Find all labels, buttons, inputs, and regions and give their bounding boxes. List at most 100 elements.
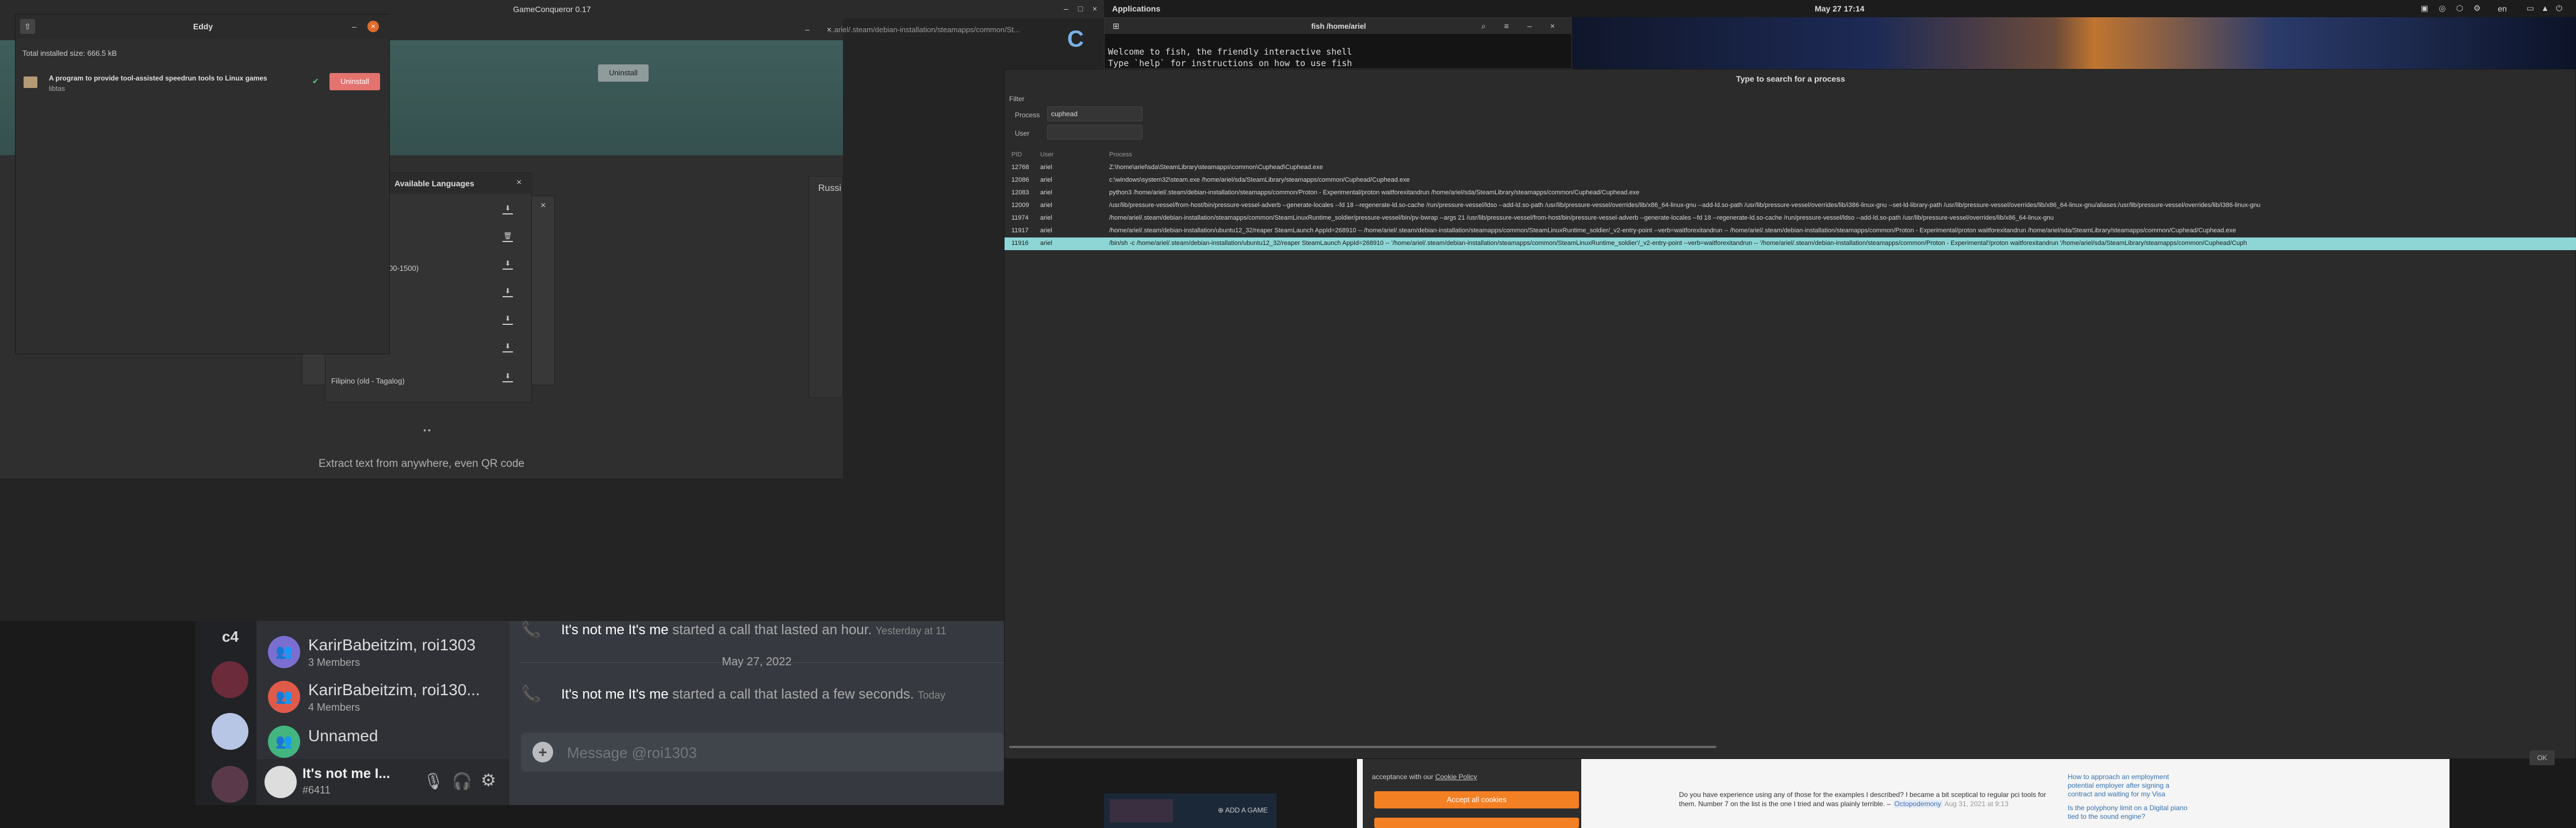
group-dm-icon: 👥 bbox=[268, 636, 300, 668]
table-row[interactable]: 12768 ariel Z:\home\ariel\sda\SteamLibra… bbox=[1005, 162, 2576, 174]
comment-user[interactable]: Octopodemony bbox=[1892, 800, 1943, 808]
message-author[interactable]: It's not me It's me bbox=[561, 687, 669, 702]
terminal-titlebar[interactable]: ⊞ fish /home/ariel ⌕ ≡ – × bbox=[1105, 18, 1573, 34]
menu-icon[interactable]: ≡ bbox=[1501, 21, 1512, 31]
table-row[interactable]: 12009 ariel /usr/lib/pressure-vessel/fro… bbox=[1005, 200, 2576, 212]
terminal-window: ⊞ fish /home/ariel ⌕ ≡ – × Welcome to fi… bbox=[1104, 17, 1573, 69]
dm-item[interactable]: 👥 KarirBabeitzim, roi1303 3 Members bbox=[261, 631, 503, 668]
discord-window: c4 👥 KarirBabeitzim, roi1303 3 Members 👥… bbox=[195, 621, 1004, 805]
table-row-selected[interactable]: 11916 ariel /bin/sh -c /home/ariel/.stea… bbox=[1005, 237, 2576, 250]
customize-settings-button[interactable] bbox=[1374, 818, 1579, 828]
uninstall-button[interactable]: Uninstall bbox=[329, 73, 380, 90]
table-row[interactable]: 12086 ariel c:\windows\system32\steam.ex… bbox=[1005, 174, 2576, 187]
col-pid-header[interactable]: PID bbox=[1011, 151, 1022, 158]
col-process-header[interactable]: Process bbox=[1109, 151, 1132, 158]
download-icon[interactable]: ⬇ bbox=[503, 287, 513, 297]
download-icon[interactable]: ⬇ bbox=[503, 259, 513, 270]
close-icon[interactable]: × bbox=[1547, 21, 1558, 31]
dm-item[interactable]: 👥 KarirBabeitzim, roi130... 4 Members bbox=[261, 676, 503, 713]
headphones-icon[interactable]: 🎧 bbox=[452, 772, 472, 791]
dm-name: KarirBabeitzim, roi130... bbox=[308, 681, 480, 699]
call-icon: 📞 bbox=[521, 685, 541, 703]
process-dialog: Type to search for a process Filter Proc… bbox=[1004, 69, 2576, 765]
dm-item[interactable]: 👥 Unnamed bbox=[261, 721, 503, 758]
language-indicator[interactable]: en bbox=[2498, 4, 2507, 13]
table-row[interactable]: 11917 ariel /home/ariel/.steam/debian-in… bbox=[1005, 225, 2576, 237]
row-cmd: /home/ariel/.steam/debian-installation/s… bbox=[1109, 214, 2054, 221]
eddy-titlebar[interactable]: ⇧ Eddy – × bbox=[16, 14, 390, 39]
tray-icons: ▣◎⬡⚙ bbox=[2421, 3, 2491, 13]
server-c4[interactable]: c4 bbox=[222, 628, 239, 646]
carousel-dots[interactable]: ● ● bbox=[423, 427, 431, 433]
row-cmd: /bin/sh -c /home/ariel/.steam/debian-ins… bbox=[1109, 240, 2247, 247]
download-icon[interactable]: ⬇ bbox=[503, 342, 513, 352]
language-item-partial: 00-1500) bbox=[389, 264, 419, 273]
accept-cookies-button[interactable]: Accept all cookies bbox=[1374, 791, 1579, 808]
close-icon[interactable]: × bbox=[824, 24, 834, 34]
process-filter-input[interactable]: cuphead bbox=[1047, 106, 1143, 121]
avatar[interactable] bbox=[264, 766, 297, 798]
add-game-button[interactable]: ⊕ ADD A GAME bbox=[1218, 806, 1268, 814]
minimize-icon[interactable]: – bbox=[349, 21, 359, 32]
language-fragment: Russi bbox=[818, 183, 842, 193]
applications-menu[interactable]: Applications bbox=[1112, 4, 1160, 13]
download-icon[interactable]: ⬇ bbox=[503, 372, 513, 382]
related-question[interactable]: How to approach an employment potential … bbox=[2068, 773, 2194, 799]
microphone-icon[interactable]: 🎙 bbox=[423, 772, 444, 791]
cookie-text: acceptance with our Cookie Policy bbox=[1372, 773, 1477, 781]
call-icon: 📞 bbox=[521, 621, 541, 638]
maximize-icon[interactable]: □ bbox=[1075, 3, 1086, 14]
user-filter-input[interactable] bbox=[1047, 125, 1143, 140]
download-icon[interactable]: ⬇ bbox=[503, 204, 513, 214]
search-icon[interactable]: ⌕ bbox=[1478, 21, 1489, 31]
row-user: ariel bbox=[1040, 227, 1052, 234]
minimize-icon[interactable]: – bbox=[802, 24, 812, 34]
close-icon[interactable]: × bbox=[367, 21, 379, 32]
row-pid: 12009 bbox=[1011, 202, 1029, 209]
settings-gear-icon[interactable]: ⚙ bbox=[481, 770, 496, 791]
message-author[interactable]: It's not me It's me bbox=[561, 622, 669, 638]
group-dm-icon: 👥 bbox=[268, 681, 300, 713]
upload-icon[interactable]: ⇧ bbox=[20, 19, 35, 34]
process-table: PID User Process 12768 ariel Z:\home\ari… bbox=[1005, 149, 2576, 724]
add-attachment-icon[interactable]: + bbox=[532, 742, 553, 762]
window-title: GameConqueror 0.17 bbox=[513, 5, 591, 14]
post-comment: Do you have experience using any of thos… bbox=[1679, 790, 2058, 808]
related-question-text: How to approach an employment potential … bbox=[2068, 773, 2169, 798]
download-icon[interactable]: ⬇ bbox=[503, 315, 513, 325]
row-pid: 11974 bbox=[1011, 214, 1029, 221]
row-cmd: /home/ariel/.steam/debian-installation/u… bbox=[1109, 227, 2236, 234]
close-icon[interactable]: × bbox=[516, 178, 522, 188]
process-dialog-header: Type to search for a process bbox=[1736, 74, 1845, 83]
package-row: A program to provide tool-assisted speed… bbox=[16, 70, 390, 102]
game-thumbnail[interactable] bbox=[1110, 799, 1173, 822]
related-question[interactable]: Is the polyphony limit on a Digital pian… bbox=[2068, 804, 2194, 821]
minimize-icon[interactable]: – bbox=[1061, 3, 1071, 14]
server-list: c4 bbox=[195, 621, 256, 805]
row-pid: 12086 bbox=[1011, 177, 1029, 183]
server-icon-avatar[interactable] bbox=[212, 661, 248, 698]
table-row[interactable]: 11974 ariel /home/ariel/.steam/debian-in… bbox=[1005, 212, 2576, 225]
language-item-filipino[interactable]: Filipino (old - Tagalog) bbox=[331, 377, 405, 385]
table-row[interactable]: 12083 ariel python3 /home/ariel/.steam/d… bbox=[1005, 187, 2576, 200]
cookie-policy-link[interactable]: Cookie Policy bbox=[1435, 773, 1477, 781]
user-label: User bbox=[1015, 129, 1030, 137]
close-icon[interactable]: × bbox=[540, 201, 546, 211]
server-icon-avatar[interactable] bbox=[212, 713, 248, 750]
clock[interactable]: May 27 17:14 bbox=[1815, 4, 1864, 13]
dm-list: 👥 KarirBabeitzim, roi1303 3 Members 👥 Ka… bbox=[256, 621, 509, 805]
horizontal-scrollbar[interactable] bbox=[1009, 746, 1716, 748]
server-icon-avatar[interactable] bbox=[212, 766, 248, 803]
message-input[interactable]: + Message @roi1303 bbox=[521, 733, 1004, 772]
minimize-icon[interactable]: – bbox=[1524, 21, 1535, 31]
close-icon[interactable]: × bbox=[1090, 3, 1100, 14]
delete-icon[interactable]: 🗑 bbox=[503, 232, 513, 242]
message-time: Yesterday at 11 bbox=[875, 625, 946, 637]
col-user-header[interactable]: User bbox=[1040, 151, 1053, 158]
cookie-policy-text: acceptance with our bbox=[1372, 773, 1433, 781]
new-tab-icon[interactable]: ⊞ bbox=[1113, 21, 1120, 31]
system-tray-icons[interactable]: ▭▲⏻ bbox=[2527, 3, 2569, 13]
ok-button[interactable]: OK bbox=[2529, 750, 2555, 765]
uninstall-button[interactable]: Uninstall bbox=[598, 64, 649, 82]
cookie-banner: acceptance with our Cookie Policy Accept… bbox=[1363, 759, 1581, 828]
